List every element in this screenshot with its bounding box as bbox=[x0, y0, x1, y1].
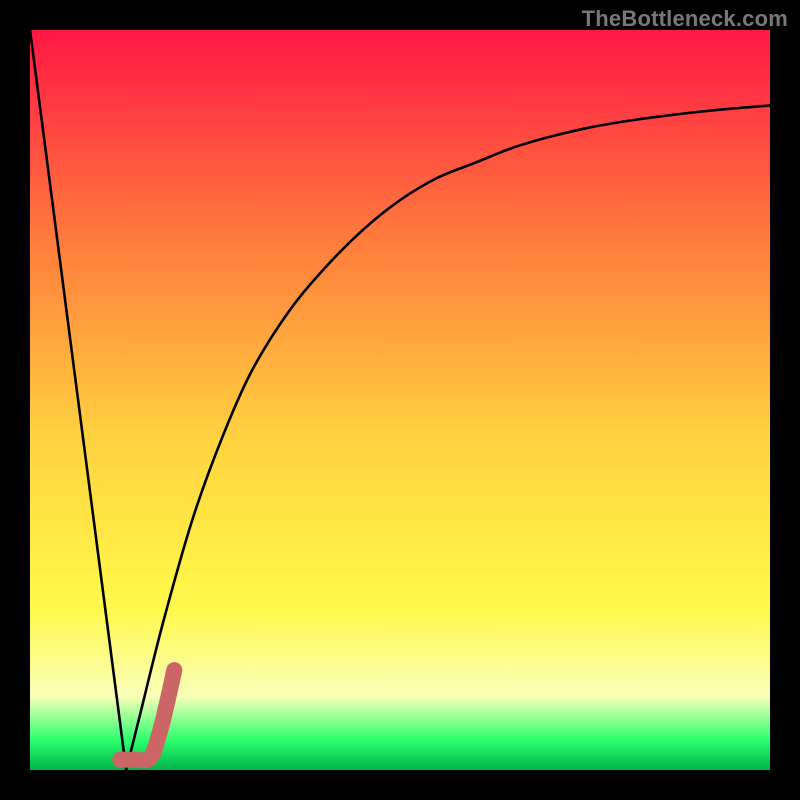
chart-frame: TheBottleneck.com bbox=[0, 0, 800, 800]
gradient-background bbox=[30, 30, 770, 770]
bottleneck-curve-chart bbox=[30, 30, 770, 770]
watermark-label: TheBottleneck.com bbox=[582, 6, 788, 32]
